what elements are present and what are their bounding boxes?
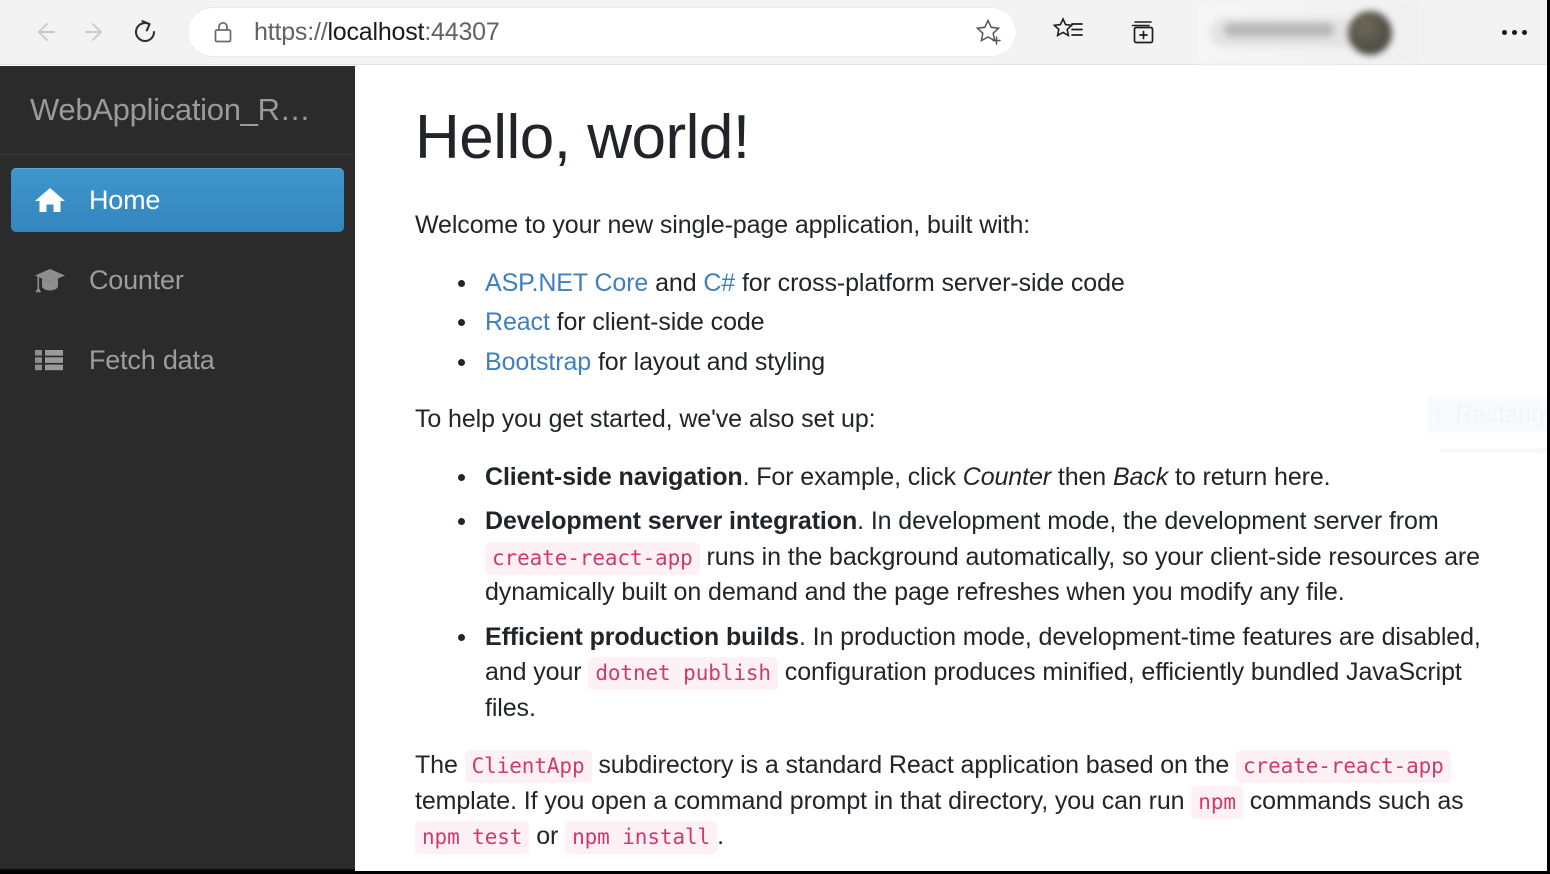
reload-button[interactable]: [122, 9, 168, 55]
add-favorite-button[interactable]: [970, 12, 1010, 52]
text: template. If you open a command prompt i…: [415, 787, 1191, 815]
collections-button[interactable]: [1120, 8, 1168, 56]
page-content: Hello, world! Welcome to your new single…: [355, 66, 1547, 871]
text: . In development mode, the development s…: [857, 507, 1438, 535]
setup-paragraph: To help you get started, we've also set …: [415, 402, 1487, 438]
forward-button[interactable]: [72, 9, 118, 55]
url-host: localhost: [327, 18, 424, 46]
url-port: :44307: [424, 18, 499, 46]
text: to return here.: [1168, 463, 1330, 491]
sidebar-item-label: Home: [89, 185, 160, 216]
browser-toolbar: https://localhost:44307: [0, 0, 1547, 65]
code-create-react-app: create-react-app: [485, 542, 700, 575]
closing-paragraph: The ClientApp subdirectory is a standard…: [415, 748, 1487, 855]
code-clientapp: ClientApp: [465, 750, 592, 783]
url-scheme: https://: [254, 18, 327, 46]
sidebar-item-label: Counter: [89, 265, 184, 296]
text: or: [529, 822, 565, 850]
list-item: ASP.NET Core and C# for cross-platform s…: [485, 266, 1487, 302]
text: The: [415, 751, 465, 779]
sidebar-nav: Home Counter: [0, 155, 355, 392]
link-react[interactable]: React: [485, 308, 550, 336]
sidebar-item-counter[interactable]: Counter: [11, 248, 344, 312]
text: for layout and styling: [591, 348, 825, 376]
arrow-right-icon: [78, 15, 112, 49]
text: commands such as: [1243, 787, 1464, 815]
ellipsis-icon: [1502, 30, 1527, 35]
text: .: [717, 822, 724, 850]
favorites-list-button[interactable]: [1044, 8, 1092, 56]
list-item: React for client-side code: [485, 305, 1487, 341]
reload-icon: [128, 15, 162, 49]
link-csharp[interactable]: C#: [703, 269, 735, 297]
text: subdirectory is a standard React applica…: [592, 751, 1237, 779]
list-item: Efficient production builds. In producti…: [485, 620, 1487, 727]
emphasis: Back: [1113, 463, 1168, 491]
link-bootstrap[interactable]: Bootstrap: [485, 348, 591, 376]
feature-lead: Efficient production builds: [485, 623, 799, 651]
list-icon: [34, 345, 68, 375]
emphasis: Counter: [963, 463, 1051, 491]
text: for client-side code: [550, 308, 765, 336]
text: and: [648, 269, 703, 297]
code-npm-test: npm test: [415, 821, 529, 854]
link-aspnet-core[interactable]: ASP.NET Core: [485, 269, 648, 297]
code-npm-install: npm install: [565, 821, 717, 854]
lock-icon: [210, 19, 236, 45]
app-sidebar: WebApplication_R… Home: [0, 66, 355, 871]
list-item: Bootstrap for layout and styling: [485, 345, 1487, 381]
sidebar-item-label: Fetch data: [89, 345, 215, 376]
profile-name-blurred: [1224, 23, 1334, 37]
browser-window: https://localhost:44307: [0, 0, 1550, 874]
code-npm: npm: [1191, 786, 1243, 819]
technology-list: ASP.NET Core and C# for cross-platform s…: [415, 266, 1487, 381]
favorites-list-icon: [1051, 15, 1085, 49]
text: . For example, click: [743, 463, 963, 491]
star-plus-icon: [975, 17, 1005, 47]
collections-icon: [1127, 15, 1161, 49]
profile-area-blurred[interactable]: [1196, 1, 1418, 63]
text: then: [1051, 463, 1113, 491]
back-button[interactable]: [22, 9, 68, 55]
app-brand-title[interactable]: WebApplication_R…: [0, 66, 355, 154]
sidebar-item-home[interactable]: Home: [11, 168, 344, 232]
intro-paragraph: Welcome to your new single-page applicat…: [415, 208, 1487, 244]
code-create-react-app: create-react-app: [1236, 750, 1451, 783]
features-list: Client-side navigation. For example, cli…: [415, 460, 1487, 727]
list-item: Development server integration. In devel…: [485, 504, 1487, 611]
arrow-left-icon: [28, 15, 62, 49]
page-title: Hello, world!: [415, 104, 1487, 172]
sidebar-item-fetch-data[interactable]: Fetch data: [11, 328, 344, 392]
feature-lead: Client-side navigation: [485, 463, 743, 491]
code-dotnet-publish: dotnet publish: [588, 657, 778, 690]
feature-lead: Development server integration: [485, 507, 857, 535]
url-display: https://localhost:44307: [254, 18, 500, 47]
list-item: Client-side navigation. For example, cli…: [485, 460, 1487, 496]
graduation-cap-icon: [34, 265, 68, 295]
text: for cross-platform server-side code: [735, 269, 1125, 297]
avatar: [1348, 11, 1392, 55]
settings-and-more-button[interactable]: [1491, 9, 1537, 55]
home-icon: [34, 185, 68, 215]
address-bar[interactable]: https://localhost:44307: [188, 8, 1016, 56]
